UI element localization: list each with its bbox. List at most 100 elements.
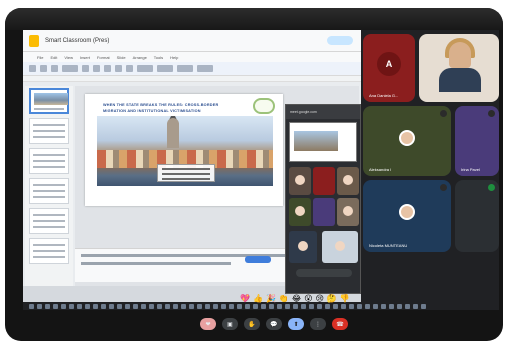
- party-reaction-icon[interactable]: 🎉: [266, 294, 276, 304]
- taskbar-icon[interactable]: [101, 303, 106, 309]
- participant-tile[interactable]: Nicoleta MUNTEANU: [363, 180, 451, 252]
- taskbar-icon[interactable]: [141, 303, 146, 309]
- taskbar-icon[interactable]: [405, 303, 410, 309]
- taskbar-icon[interactable]: [341, 303, 346, 309]
- taskbar-icon[interactable]: [285, 303, 290, 309]
- participant-tile[interactable]: Aleksandra I: [363, 106, 451, 176]
- present-button[interactable]: ⬆: [288, 318, 304, 330]
- menu-help[interactable]: Help: [170, 55, 178, 60]
- taskbar-icon[interactable]: [277, 303, 282, 309]
- menu-format[interactable]: Format: [97, 55, 110, 60]
- menu-insert[interactable]: Insert: [80, 55, 90, 60]
- theme-button[interactable]: [177, 65, 193, 72]
- cursor-icon[interactable]: [82, 65, 89, 72]
- slide-thumbnail[interactable]: [29, 238, 69, 264]
- participant-video-tile[interactable]: [419, 34, 499, 102]
- participant-tile[interactable]: [455, 180, 499, 252]
- more-options-button[interactable]: ⋮: [310, 318, 326, 330]
- taskbar-icon[interactable]: [117, 303, 122, 309]
- taskbar-icon[interactable]: [197, 303, 202, 309]
- taskbar-icon[interactable]: [157, 303, 162, 309]
- taskbar-icon[interactable]: [293, 303, 298, 309]
- captions-button[interactable]: ▣: [222, 318, 238, 330]
- taskbar-icon[interactable]: [93, 303, 98, 309]
- taskbar-icon[interactable]: [237, 303, 242, 309]
- notes-button[interactable]: [245, 256, 271, 263]
- taskbar-icon[interactable]: [349, 303, 354, 309]
- transition-button[interactable]: [197, 65, 213, 72]
- zoom-select[interactable]: [62, 65, 78, 72]
- taskbar-icon[interactable]: [365, 303, 370, 309]
- taskbar-icon[interactable]: [213, 303, 218, 309]
- taskbar-icon[interactable]: [421, 303, 426, 309]
- thumbs-down-reaction-icon[interactable]: 👎: [340, 294, 350, 304]
- slide-thumbnail[interactable]: [29, 118, 69, 144]
- taskbar-icon[interactable]: [413, 303, 418, 309]
- print-icon[interactable]: [51, 65, 58, 72]
- taskbar-icon[interactable]: [181, 303, 186, 309]
- reactions-button[interactable]: ❤: [200, 318, 216, 330]
- sad-reaction-icon[interactable]: 😢: [316, 294, 324, 304]
- slide-thumbnail[interactable]: [29, 148, 69, 174]
- heart-reaction-icon[interactable]: 💖: [240, 294, 250, 304]
- raise-hand-button[interactable]: ✋: [244, 318, 260, 330]
- chat-button[interactable]: 💬: [266, 318, 282, 330]
- taskbar-icon[interactable]: [381, 303, 386, 309]
- taskbar-icon[interactable]: [205, 303, 210, 309]
- surprise-reaction-icon[interactable]: 😮: [304, 294, 312, 304]
- popup-address-bar[interactable]: meet.google.com: [286, 105, 360, 119]
- taskbar-icon[interactable]: [261, 303, 266, 309]
- line-icon[interactable]: [126, 65, 133, 72]
- taskbar-icon[interactable]: [245, 303, 250, 309]
- taskbar-icon[interactable]: [45, 303, 50, 309]
- participant-tile[interactable]: A Ana Daniela G...: [363, 34, 415, 102]
- menu-file[interactable]: File: [37, 55, 43, 60]
- clap-reaction-icon[interactable]: 👏: [279, 294, 289, 304]
- taskbar-icon[interactable]: [165, 303, 170, 309]
- laugh-reaction-icon[interactable]: 😂: [292, 294, 301, 304]
- current-slide[interactable]: WHEN THE STATE BREAKS THE RULES: CROSS-B…: [85, 94, 283, 206]
- taskbar-icon[interactable]: [85, 303, 90, 309]
- taskbar-icon[interactable]: [301, 303, 306, 309]
- taskbar-icon[interactable]: [325, 303, 330, 309]
- taskbar-icon[interactable]: [37, 303, 42, 309]
- share-button[interactable]: [327, 36, 353, 45]
- taskbar-icon[interactable]: [61, 303, 66, 309]
- taskbar-icon[interactable]: [109, 303, 114, 309]
- image-icon[interactable]: [104, 65, 111, 72]
- slide-thumbnail[interactable]: [29, 88, 69, 114]
- taskbar-icon[interactable]: [397, 303, 402, 309]
- taskbar-icon[interactable]: [125, 303, 130, 309]
- layout-button[interactable]: [157, 65, 173, 72]
- taskbar-icon[interactable]: [317, 303, 322, 309]
- thinking-reaction-icon[interactable]: 🤔: [327, 294, 337, 304]
- taskbar-icon[interactable]: [189, 303, 194, 309]
- participant-tile[interactable]: Irina Pavel: [455, 106, 499, 176]
- textbox-icon[interactable]: [93, 65, 100, 72]
- slide-thumbnail[interactable]: [29, 178, 69, 204]
- taskbar-icon[interactable]: [269, 303, 274, 309]
- mini-controls[interactable]: [296, 269, 352, 277]
- taskbar-icon[interactable]: [389, 303, 394, 309]
- taskbar-icon[interactable]: [309, 303, 314, 309]
- thumbs-up-reaction-icon[interactable]: 👍: [253, 294, 263, 304]
- taskbar-icon[interactable]: [133, 303, 138, 309]
- background-button[interactable]: [137, 65, 153, 72]
- taskbar-icon[interactable]: [229, 303, 234, 309]
- redo-icon[interactable]: [40, 65, 47, 72]
- taskbar-icon[interactable]: [29, 303, 34, 309]
- taskbar-icon[interactable]: [373, 303, 378, 309]
- menu-slide[interactable]: Slide: [117, 55, 126, 60]
- taskbar-icon[interactable]: [173, 303, 178, 309]
- taskbar-icon[interactable]: [253, 303, 258, 309]
- taskbar-icon[interactable]: [77, 303, 82, 309]
- taskbar-icon[interactable]: [149, 303, 154, 309]
- taskbar-icon[interactable]: [357, 303, 362, 309]
- leave-call-button[interactable]: ☎: [332, 318, 348, 330]
- taskbar-icon[interactable]: [69, 303, 74, 309]
- menu-view[interactable]: View: [64, 55, 73, 60]
- taskbar-icon[interactable]: [53, 303, 58, 309]
- menu-edit[interactable]: Edit: [50, 55, 57, 60]
- taskbar-icon[interactable]: [333, 303, 338, 309]
- menu-arrange[interactable]: Arrange: [133, 55, 147, 60]
